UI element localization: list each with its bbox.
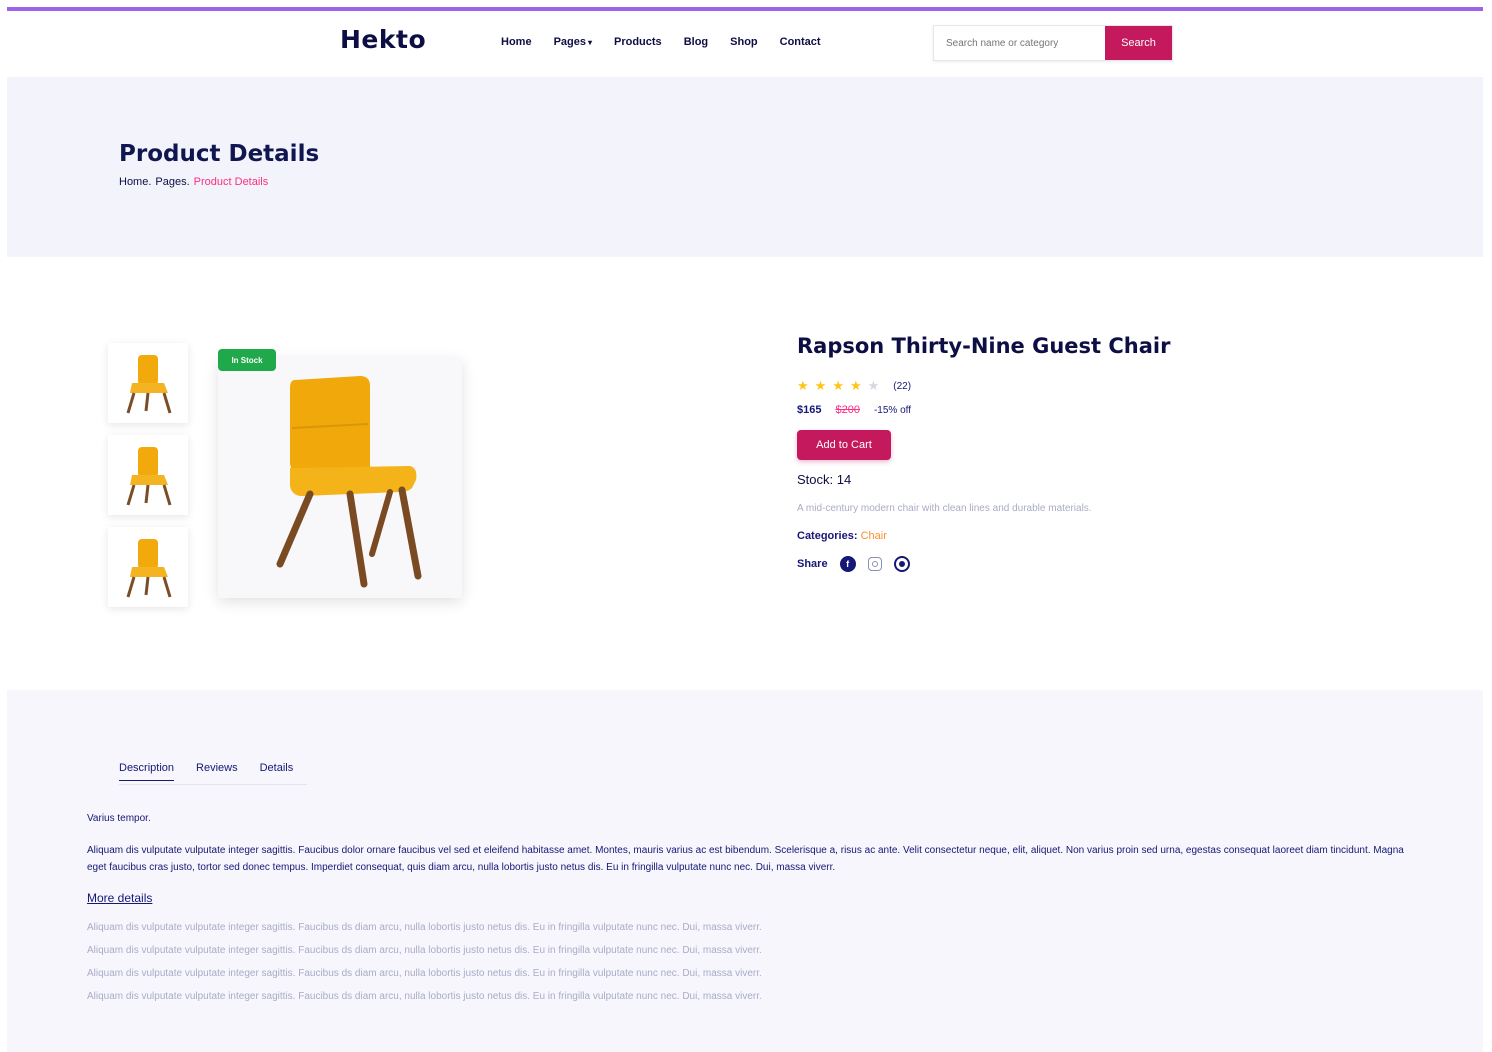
tab-description[interactable]: Description [119,762,175,781]
detail-tabs: Description Reviews Details [119,762,293,781]
product-thumbnail[interactable] [108,527,188,607]
list-item: Aliquam dis vulputate vulputate integer … [87,968,762,979]
list-item: Aliquam dis vulputate vulputate integer … [87,991,762,1002]
logo[interactable]: Hekto [340,25,426,54]
search-bar: Search [933,25,1173,61]
product-description: A mid-century modern chair with clean li… [797,503,1092,514]
product-thumbnail[interactable] [108,435,188,515]
nav-contact[interactable]: Contact [780,36,821,48]
product-main-image[interactable] [218,358,462,598]
old-price: $200 [835,404,860,416]
product-rating: ★ ★ ★ ★ ★ (22) [797,378,1170,394]
product-thumbnail[interactable] [108,343,188,423]
search-button[interactable]: Search [1105,26,1172,60]
product-details-section: Description Reviews Details Varius tempo… [7,690,1483,1052]
product-title: Rapson Thirty-Nine Guest Chair [797,334,1171,358]
star-icon: ★ [814,378,827,393]
tabs-divider [119,784,307,785]
discount-label: -15% off [873,404,912,416]
chair-image [126,447,172,506]
star-empty-icon: ★ [867,378,880,393]
share-label: Share [797,558,828,570]
category-link[interactable]: Chair [861,530,887,542]
thumbnail-list [108,343,188,619]
nav-products[interactable]: Products [614,36,662,48]
share-row: Share f [797,556,1170,572]
description-paragraph: Aliquam dis vulputate vulputate integer … [87,845,1404,873]
product-info: Rapson Thirty-Nine Guest Chair ★ ★ ★ ★ ★… [797,334,1170,572]
more-details-heading: More details [87,891,153,905]
breadcrumb-current: Product Details [193,176,269,188]
list-item: Aliquam dis vulputate vulputate integer … [87,922,762,933]
facebook-icon[interactable]: f [839,556,856,572]
main-nav: Home Pages ▾ Products Blog Shop Contact [501,36,843,48]
chair-image [276,376,422,588]
breadcrumb-home[interactable]: Home. [119,176,151,188]
star-icon: ★ [849,378,862,393]
github-icon[interactable] [893,556,910,572]
current-price: $165 [797,404,822,416]
add-to-cart-button[interactable]: Add to Cart [797,430,891,460]
star-icon: ★ [832,378,844,393]
stock-count: Stock: 14 [797,472,852,487]
breadcrumb-pages[interactable]: Pages. [155,176,189,188]
page-title: Product Details [119,141,320,167]
chair-image [126,355,172,414]
more-details-list: Aliquam dis vulputate vulputate integer … [87,922,762,1014]
review-count[interactable]: (22) [893,381,911,392]
site-header: Hekto Home Pages ▾ Products Blog Shop Con… [7,11,1483,77]
nav-home[interactable]: Home [501,36,532,48]
instagram-icon[interactable] [867,557,882,571]
chevron-down-icon: ▾ [587,37,592,47]
stock-badge: In Stock [218,349,276,371]
nav-pages[interactable]: Pages ▾ [554,36,592,48]
description-heading: Varius tempor. [87,813,151,824]
breadcrumb: Home. Pages. Product Details [119,176,268,188]
categories-row: Categories: Chair [797,530,1170,542]
nav-shop[interactable]: Shop [730,36,758,48]
star-icon: ★ [797,378,809,393]
tab-details[interactable]: Details [260,762,294,781]
page-banner: Product Details Home. Pages. Product Det… [7,77,1483,257]
price-row: $165 $200 -15% off [797,404,1170,416]
chair-image [126,539,172,598]
tab-reviews[interactable]: Reviews [196,762,238,781]
search-input[interactable] [934,26,1105,60]
categories-label: Categories: [797,530,858,542]
list-item: Aliquam dis vulputate vulputate integer … [87,945,762,956]
nav-blog[interactable]: Blog [684,36,708,48]
